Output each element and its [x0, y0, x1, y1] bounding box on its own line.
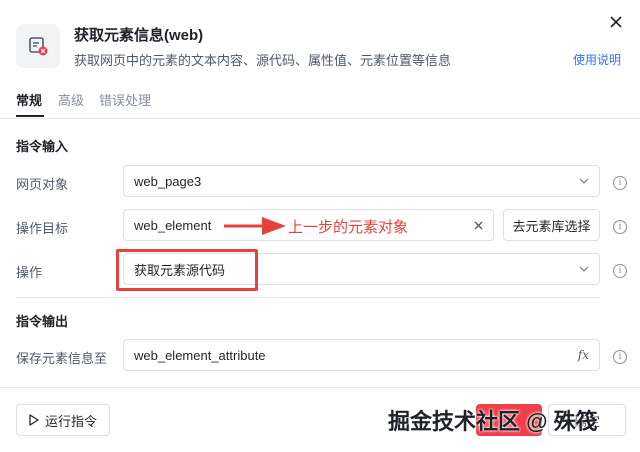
play-icon	[29, 414, 39, 426]
tab-general[interactable]: 常规	[16, 90, 42, 109]
help-link[interactable]: 使用说明	[573, 51, 621, 68]
app-icon	[16, 24, 60, 68]
info-icon[interactable]: i	[613, 220, 627, 234]
dialog-description: 获取网页中的元素的文本内容、源代码、属性值、元素位置等信息	[74, 53, 452, 68]
target-label: 操作目标	[16, 221, 69, 236]
annotation-text: 上一步的元素对象	[288, 219, 409, 236]
section-divider	[16, 297, 600, 298]
web-page-label: 网页对象	[16, 177, 69, 192]
annotation-arrow	[224, 217, 286, 235]
tab-advanced[interactable]: 高级	[58, 90, 84, 109]
tab-error-handling[interactable]: 错误处理	[99, 90, 151, 109]
active-tab-indicator	[16, 115, 44, 117]
close-icon	[610, 16, 622, 28]
watermark: 掘金技术社区 @ 殊筏	[388, 409, 598, 434]
save-variable-input[interactable]: web_element_attribute fx	[123, 339, 600, 371]
chevron-down-icon	[579, 266, 589, 272]
tabs-divider	[0, 118, 640, 119]
output-section-title: 指令输出	[16, 314, 69, 329]
run-command-button[interactable]: 运行指令	[16, 404, 110, 436]
info-icon[interactable]: i	[613, 350, 627, 364]
run-command-label: 运行指令	[44, 413, 97, 429]
info-icon[interactable]: i	[613, 264, 627, 278]
save-variable-value: web_element_attribute	[134, 347, 266, 363]
chevron-down-icon	[579, 178, 589, 184]
clear-icon	[474, 221, 483, 229]
close-button[interactable]	[606, 12, 626, 32]
web-page-select[interactable]: web_page3	[123, 165, 600, 197]
select-from-library-button[interactable]: 去元素库选择	[503, 209, 600, 241]
operation-label: 操作	[16, 265, 43, 280]
footer-divider	[0, 387, 640, 388]
input-section-title: 指令输入	[16, 139, 69, 154]
dialog-title: 获取元素信息(web)	[74, 27, 204, 44]
save-label: 保存元素信息至	[16, 351, 108, 366]
annotation-highlight-box	[116, 249, 258, 291]
info-icon[interactable]: i	[613, 176, 627, 190]
fx-icon[interactable]: fx	[578, 348, 589, 362]
web-page-value: web_page3	[134, 173, 202, 189]
element-info-icon	[29, 37, 48, 56]
